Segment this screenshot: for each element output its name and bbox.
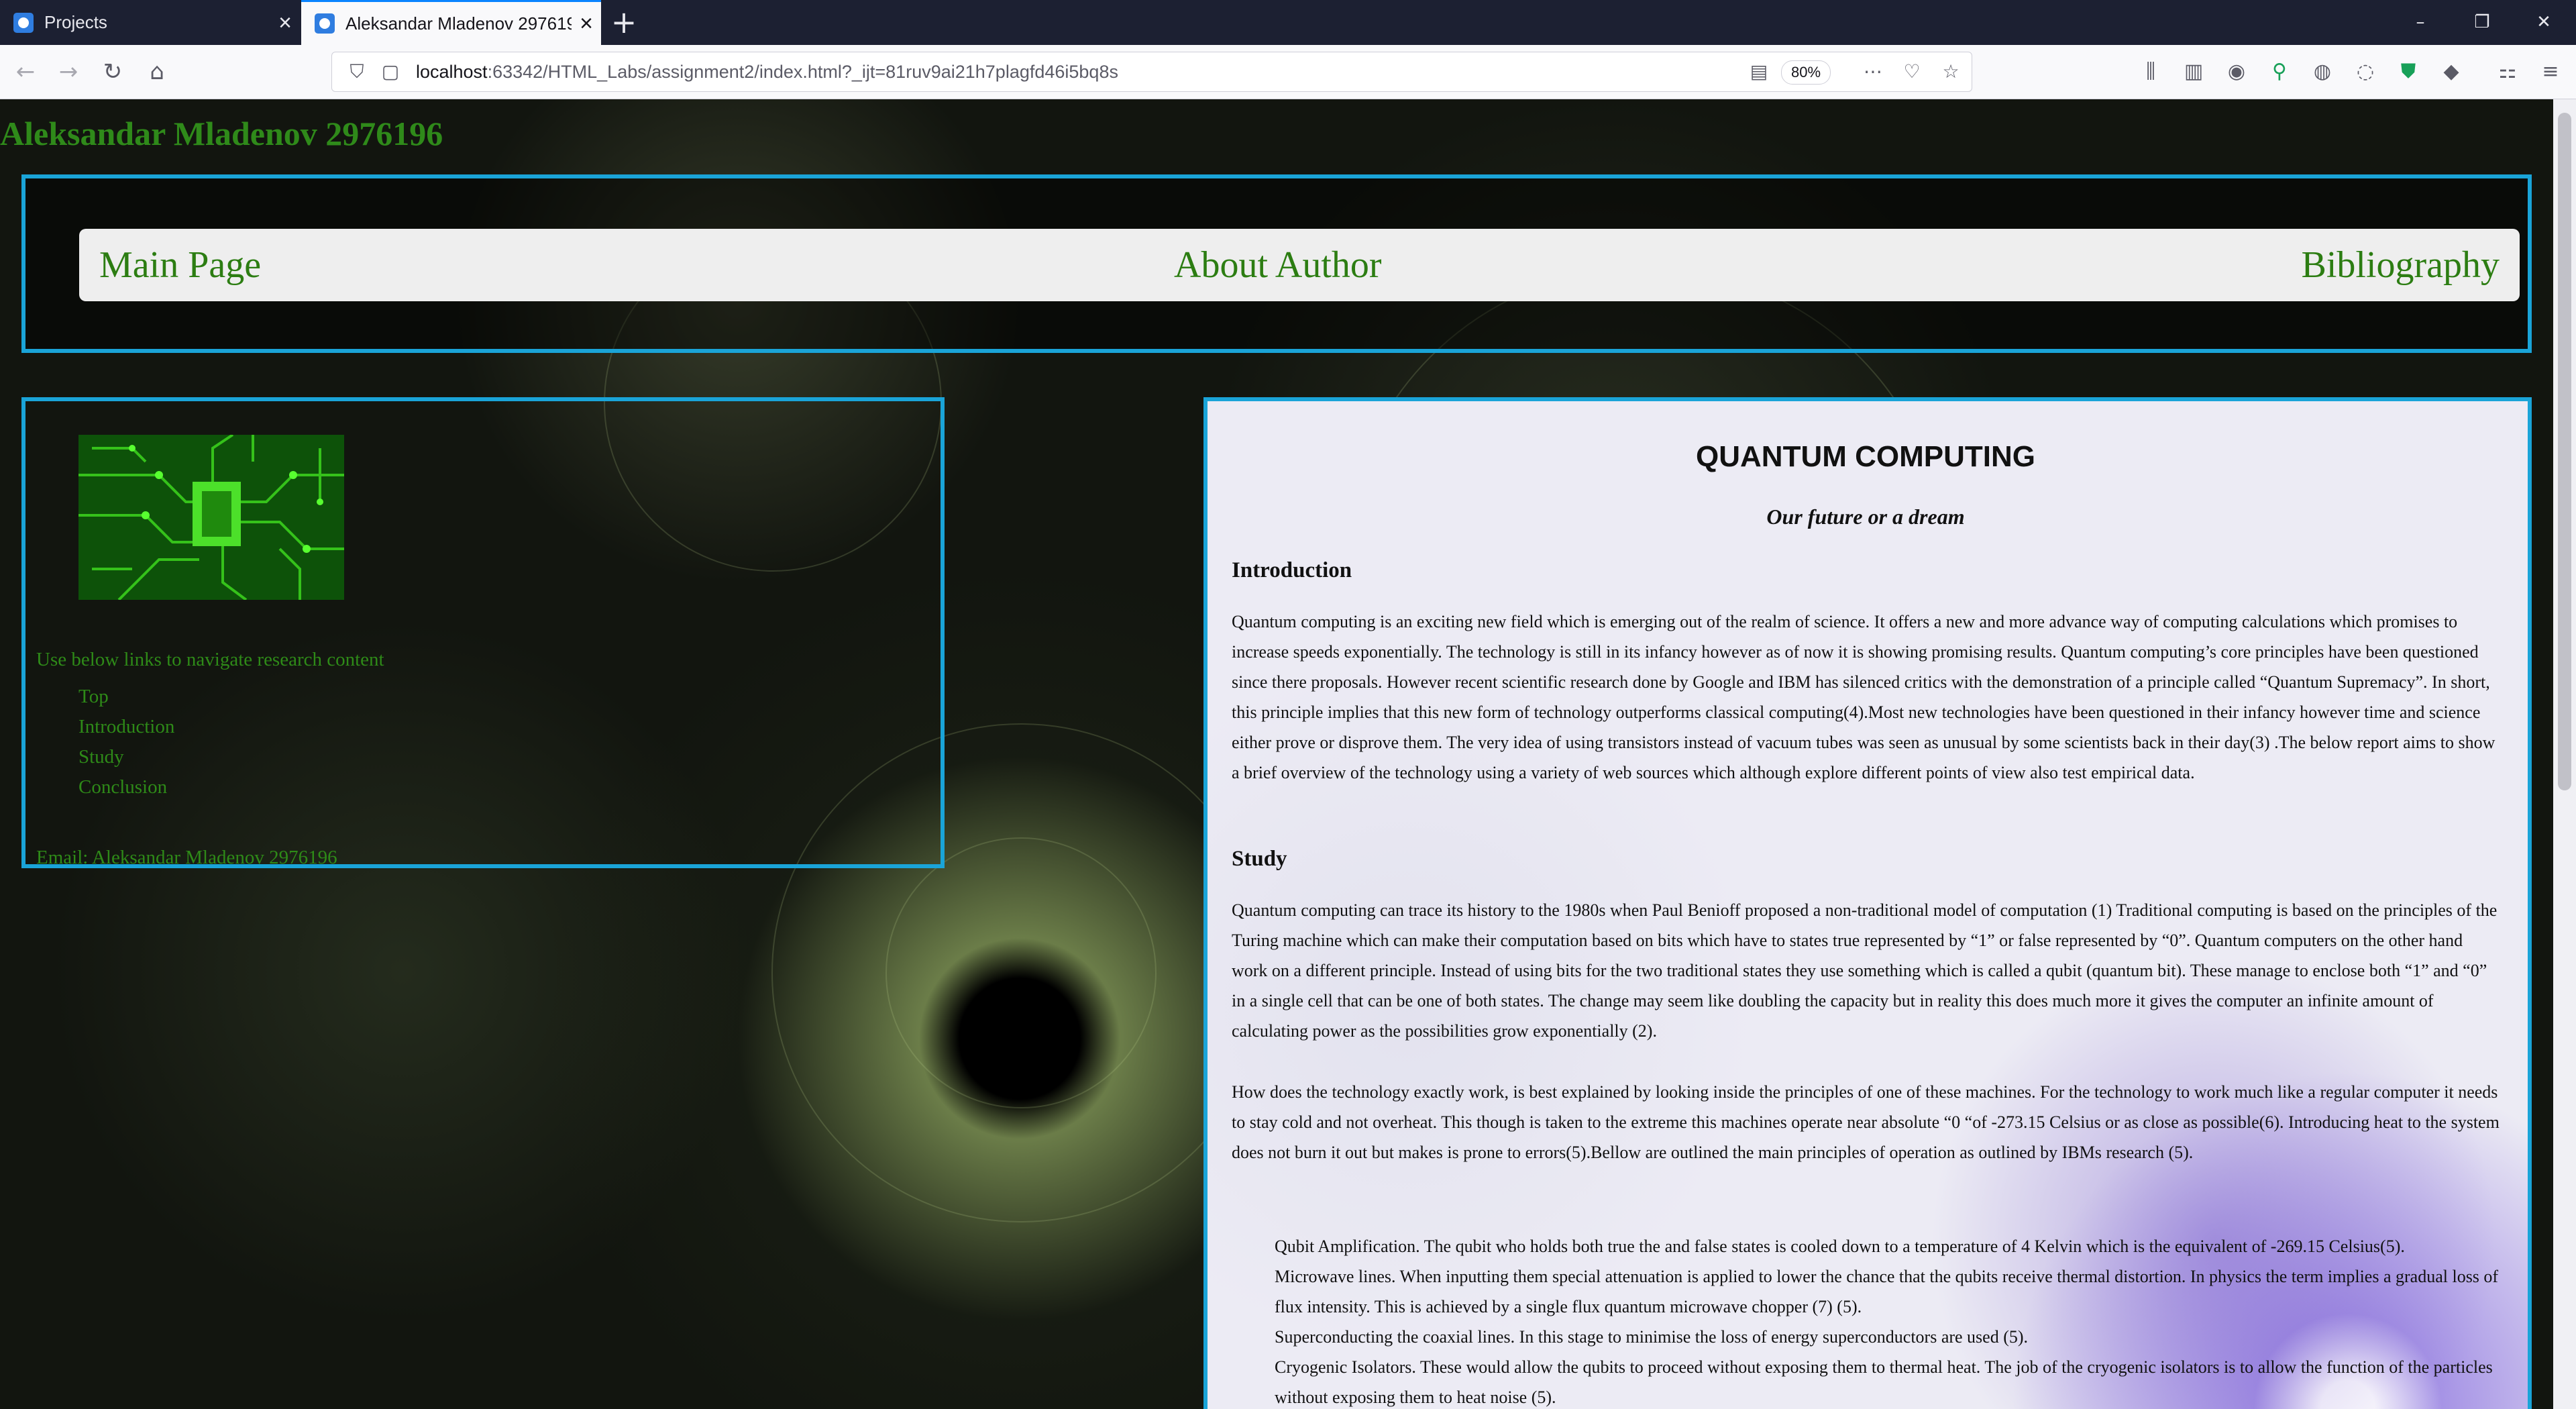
tab-projects[interactable]: Projects × (0, 0, 300, 45)
more-actions-icon[interactable]: ⋯ (1862, 60, 1884, 83)
restore-window-icon[interactable]: ❐ (2451, 0, 2513, 45)
projects-favicon-icon (13, 12, 34, 33)
minimize-window-icon[interactable]: – (2390, 0, 2451, 45)
tab-label: Aleksandar Mladenov 2976196 (345, 13, 572, 34)
list-item: Microwave lines. When inputting them spe… (1275, 1267, 2499, 1316)
nav-link-main-page[interactable]: Main Page (99, 229, 261, 301)
list-item: Qubit Amplification. The qubit who holds… (1275, 1237, 2405, 1256)
extension-shield-icon[interactable]: ⛊ (2391, 54, 2426, 89)
menu-hamburger-icon[interactable]: ≡ (2533, 54, 2568, 89)
article-panel: QUANTUM COMPUTING Our future or a dream … (1203, 397, 2532, 1409)
introduction-paragraph: Quantum computing is an exciting new fie… (1232, 612, 2496, 782)
extension-box-icon[interactable]: ◆ (2434, 54, 2469, 89)
extensions-icon[interactable]: ⚏ (2490, 54, 2525, 89)
main-menu: Main Page About Author Bibliography (79, 229, 2520, 301)
reload-icon[interactable]: ↻ (95, 54, 130, 89)
link-introduction[interactable]: Introduction (78, 712, 174, 742)
extension-circle-icon[interactable]: ◌ (2348, 54, 2383, 89)
url-text[interactable]: localhost:63342/HTML_Labs/assignment2/in… (416, 52, 1118, 91)
forward-arrow-icon[interactable]: → (51, 54, 86, 89)
navigation-toolbar: ← → ↻ ⌂ ⛉ ▢ localhost:63342/HTML_Labs/as… (0, 45, 2576, 99)
link-top[interactable]: Top (78, 682, 174, 712)
account-icon[interactable]: ◉ (2219, 54, 2254, 89)
sidebar-toggle-icon[interactable]: ▥ (2176, 54, 2211, 89)
shield-icon[interactable]: ⛉ (345, 60, 368, 83)
navigation-hint: Use below links to navigate research con… (36, 649, 384, 670)
url-path: :63342/HTML_Labs/assignment2/index.html?… (487, 62, 1118, 82)
page-viewport: Aleksandar Mladenov 2976196 Main Page Ab… (0, 99, 2553, 1409)
operation-principles-list: Qubit Amplification. The qubit who holds… (1275, 1231, 2500, 1409)
vertical-scrollbar[interactable] (2553, 99, 2576, 1409)
email-link[interactable]: Email: Aleksandar Mladenov 2976196 (36, 847, 337, 869)
circuit-board-icon (78, 435, 344, 600)
link-conclusion[interactable]: Conclusion (78, 772, 174, 802)
url-host: localhost (416, 62, 488, 82)
tab-current-page[interactable]: Aleksandar Mladenov 2976196 × (301, 0, 601, 45)
article-subtitle: Our future or a dream (1766, 505, 1965, 529)
back-arrow-icon[interactable]: ← (8, 54, 43, 89)
bookmark-star-icon[interactable]: ☆ (1939, 60, 1962, 83)
research-links-list: Top Introduction Study Conclusion (78, 682, 174, 802)
circuit-board-image (78, 435, 344, 600)
new-tab-icon[interactable]: + (607, 5, 641, 39)
close-window-icon[interactable]: ✕ (2513, 0, 2575, 45)
page-info-icon[interactable]: ▢ (379, 60, 402, 83)
list-item: Superconducting the coaxial lines. In th… (1275, 1327, 2029, 1347)
library-icon[interactable]: ⫼ (2133, 54, 2168, 89)
reader-view-icon[interactable]: ▤ (1748, 60, 1770, 83)
introduction-heading: Introduction (1232, 558, 1352, 582)
link-study[interactable]: Study (78, 742, 174, 772)
extension-check-icon[interactable]: ◍ (2305, 54, 2340, 89)
nav-link-bibliography[interactable]: Bibliography (2301, 229, 2500, 301)
tab-strip: Projects × Aleksandar Mladenov 2976196 ×… (0, 0, 2576, 45)
extension-key-icon[interactable]: ⚲ (2262, 54, 2297, 89)
page-favicon-icon (315, 13, 335, 34)
article-title: QUANTUM COMPUTING (1696, 440, 2035, 473)
study-paragraph: Quantum computing can trace its history … (1232, 900, 2498, 1041)
address-bar[interactable]: ⛉ ▢ localhost:63342/HTML_Labs/assignment… (331, 52, 1972, 92)
study-heading: Study (1232, 847, 1287, 871)
pocket-icon[interactable]: ♡ (1900, 60, 1923, 83)
nav-link-about-author[interactable]: About Author (1174, 229, 1382, 301)
list-item: Cryogenic Isolators. These would allow t… (1275, 1357, 2493, 1407)
study-paragraph: How does the technology exactly work, is… (1232, 1082, 2500, 1162)
scrollbar-thumb[interactable] (2558, 113, 2571, 790)
tab-label: Projects (44, 12, 107, 32)
zoom-level-badge[interactable]: 80% (1781, 60, 1831, 85)
close-tab-icon[interactable]: × (572, 12, 601, 35)
site-title: Aleksandar Mladenov 2976196 (0, 115, 443, 152)
close-tab-icon[interactable]: × (270, 11, 300, 34)
home-icon[interactable]: ⌂ (140, 54, 174, 89)
